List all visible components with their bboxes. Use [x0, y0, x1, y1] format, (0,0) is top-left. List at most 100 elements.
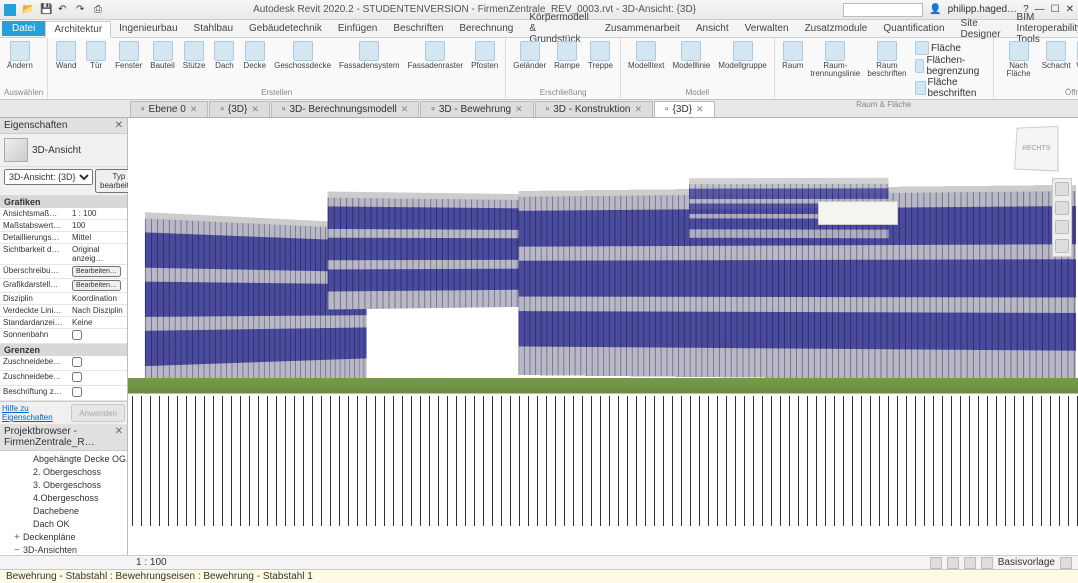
ribbon-tab[interactable]: Architektur	[45, 21, 111, 38]
property-row[interactable]: Sichtbarkeit d…Original anzeig…	[0, 244, 127, 265]
ribbon-tool-small[interactable]: Flächen- begrenzung	[915, 55, 986, 77]
ribbon-tool[interactable]: Modellgruppe	[715, 40, 769, 71]
sun-path-icon[interactable]	[947, 557, 959, 569]
view-tab[interactable]: ▫3D- Berechnungsmodell✕	[271, 101, 419, 117]
search-input[interactable]	[843, 3, 923, 17]
property-row[interactable]: Maßstabswert…100	[0, 220, 127, 232]
tree-node[interactable]: 3. Obergeschoss	[2, 479, 125, 492]
ribbon-tool[interactable]: Raum beschriften	[864, 40, 910, 100]
tree-node[interactable]: +Deckenpläne	[2, 531, 125, 544]
ribbon-tool[interactable]: Geschossdecke	[271, 40, 334, 71]
ribbon-tool-small[interactable]: Fläche	[915, 41, 961, 55]
ribbon-tab[interactable]: Verwalten	[737, 21, 797, 36]
ribbon-tab[interactable]: Ansicht	[688, 21, 737, 36]
property-row[interactable]: Grafikdarstell…Bearbeiten…	[0, 279, 127, 293]
ribbon-tool[interactable]: Fassadensystem	[336, 40, 402, 71]
save-icon[interactable]: 💾	[40, 4, 52, 16]
ribbon-tool[interactable]: Treppe	[585, 40, 616, 71]
shadows-icon[interactable]	[964, 557, 976, 569]
property-row[interactable]: Zuschneidebe…	[0, 356, 127, 371]
property-row[interactable]: DisziplinKoordination	[0, 293, 127, 305]
ribbon-tab[interactable]: Zusatzmodule	[797, 21, 876, 36]
ribbon-tool[interactable]: Modelltext	[625, 40, 667, 71]
3d-viewport[interactable]: RECHTS	[128, 118, 1078, 563]
ribbon-tool[interactable]: Wand	[52, 40, 80, 71]
tree-node[interactable]: 4.Obergeschoss	[2, 492, 125, 505]
view-tab[interactable]: ▫{3D}✕	[654, 101, 715, 117]
apply-button[interactable]: Anwenden	[71, 404, 125, 422]
close-tab-icon[interactable]: ✕	[190, 104, 198, 115]
ribbon-tool[interactable]: Ändern	[4, 40, 36, 71]
close-tab-icon[interactable]: ✕	[634, 104, 642, 115]
redo-icon[interactable]: ↷	[76, 4, 88, 16]
ribbon-tab[interactable]: Ingenieurbau	[111, 21, 185, 36]
visual-style-icon[interactable]	[930, 557, 942, 569]
view-scale[interactable]: 1 : 100	[136, 557, 167, 568]
ribbon-tool[interactable]: Geländer	[510, 40, 549, 71]
ribbon-tab[interactable]: Einfügen	[330, 21, 385, 36]
quick-access-toolbar[interactable]: 📂 💾 ↶ ↷ ⎙	[4, 4, 106, 16]
ribbon-tool[interactable]: Rampe	[551, 40, 583, 71]
project-browser[interactable]: Abgehängte Decke OG12. Obergeschoss3. Ob…	[0, 451, 127, 563]
file-menu[interactable]: Datei	[2, 21, 45, 36]
close-tab-icon[interactable]: ✕	[251, 104, 259, 115]
close-properties-icon[interactable]: ✕	[115, 120, 123, 131]
ribbon-tool[interactable]: Dach	[210, 40, 238, 71]
close-tab-icon[interactable]: ✕	[515, 104, 523, 115]
ribbon-tool[interactable]: Pfosten	[468, 40, 501, 71]
crop-icon[interactable]	[981, 557, 993, 569]
property-row[interactable]: Verdeckte Lini…Nach Disziplin	[0, 305, 127, 317]
property-row[interactable]: Detaillierungs…Mittel	[0, 232, 127, 244]
property-row[interactable]: Ansichtsmaß…1 : 100	[0, 208, 127, 220]
view-cube[interactable]: RECHTS	[1014, 126, 1058, 172]
property-row[interactable]: Sonnenbahn	[0, 329, 127, 344]
steering-wheel-icon[interactable]	[1055, 182, 1069, 196]
property-row[interactable]: Überschreibu…Bearbeiten…	[0, 265, 127, 279]
zoom-icon[interactable]	[1055, 220, 1069, 234]
close-tab-icon[interactable]: ✕	[696, 104, 704, 115]
ribbon-tool[interactable]: Decke	[240, 40, 269, 71]
ribbon-tool[interactable]: Raum	[779, 40, 807, 100]
ribbon-tool[interactable]: Stütze	[180, 40, 209, 71]
tree-node[interactable]: Abgehängte Decke OG1	[2, 453, 125, 466]
ribbon-tab[interactable]: Stahlbau	[186, 21, 241, 36]
view-tab[interactable]: ▫Ebene 0✕	[130, 101, 208, 117]
ribbon-tool[interactable]: Modelllinie	[669, 40, 713, 71]
template-label[interactable]: Basisvorlage	[998, 557, 1055, 569]
property-row[interactable]: Standardanzei…Keine	[0, 317, 127, 329]
view-tab[interactable]: ▫{3D}✕	[209, 101, 270, 117]
ribbon-tool[interactable]: Raum-trennungslinie	[809, 40, 862, 100]
ribbon-tool[interactable]: Nach Fläche	[998, 40, 1040, 79]
property-row[interactable]: Zuschneidebe…	[0, 371, 127, 386]
ribbon-tool[interactable]: Tür	[82, 40, 110, 71]
navigation-bar[interactable]	[1052, 178, 1072, 257]
ribbon-tab[interactable]: Zusammenarbeit	[597, 21, 688, 36]
properties-help-link[interactable]: Hilfe zu Eigenschaften	[2, 404, 71, 422]
user-icon[interactable]: 👤	[929, 4, 941, 15]
print-icon[interactable]: ⎙	[94, 4, 106, 16]
pan-icon[interactable]	[1055, 201, 1069, 215]
ribbon-tool-small[interactable]: Fläche beschriften	[915, 77, 986, 99]
ribbon-tab[interactable]: Berechnung	[451, 21, 521, 36]
open-icon[interactable]: 📂	[22, 4, 34, 16]
tree-node[interactable]: Dachebene	[2, 505, 125, 518]
user-name[interactable]: philipp.haged…	[948, 4, 1018, 15]
close-browser-icon[interactable]: ✕	[115, 426, 123, 448]
property-row[interactable]: Beschriftung z…	[0, 386, 127, 401]
ribbon-tool[interactable]: Fenster	[112, 40, 145, 71]
ribbon-tool[interactable]: Wand	[1073, 40, 1078, 79]
view-tab[interactable]: ▫3D - Konstruktion✕	[535, 101, 653, 117]
ribbon-tab[interactable]: Quantification	[875, 21, 952, 36]
orbit-icon[interactable]	[1055, 239, 1069, 253]
tree-node[interactable]: 2. Obergeschoss	[2, 466, 125, 479]
close-tab-icon[interactable]: ✕	[401, 104, 409, 115]
filter-icon[interactable]	[1060, 557, 1072, 569]
tree-node[interactable]: Dach OK	[2, 518, 125, 531]
ribbon-tool[interactable]: Schacht	[1042, 40, 1071, 79]
ribbon-tab[interactable]: Gebäudetechnik	[241, 21, 330, 36]
ribbon-tab[interactable]: Beschriften	[385, 21, 451, 36]
view-tab[interactable]: ▫3D - Bewehrung✕	[420, 101, 533, 117]
ribbon-tool[interactable]: Fassadenraster	[405, 40, 467, 71]
undo-icon[interactable]: ↶	[58, 4, 70, 16]
ribbon-tool[interactable]: Bauteil	[147, 40, 177, 71]
